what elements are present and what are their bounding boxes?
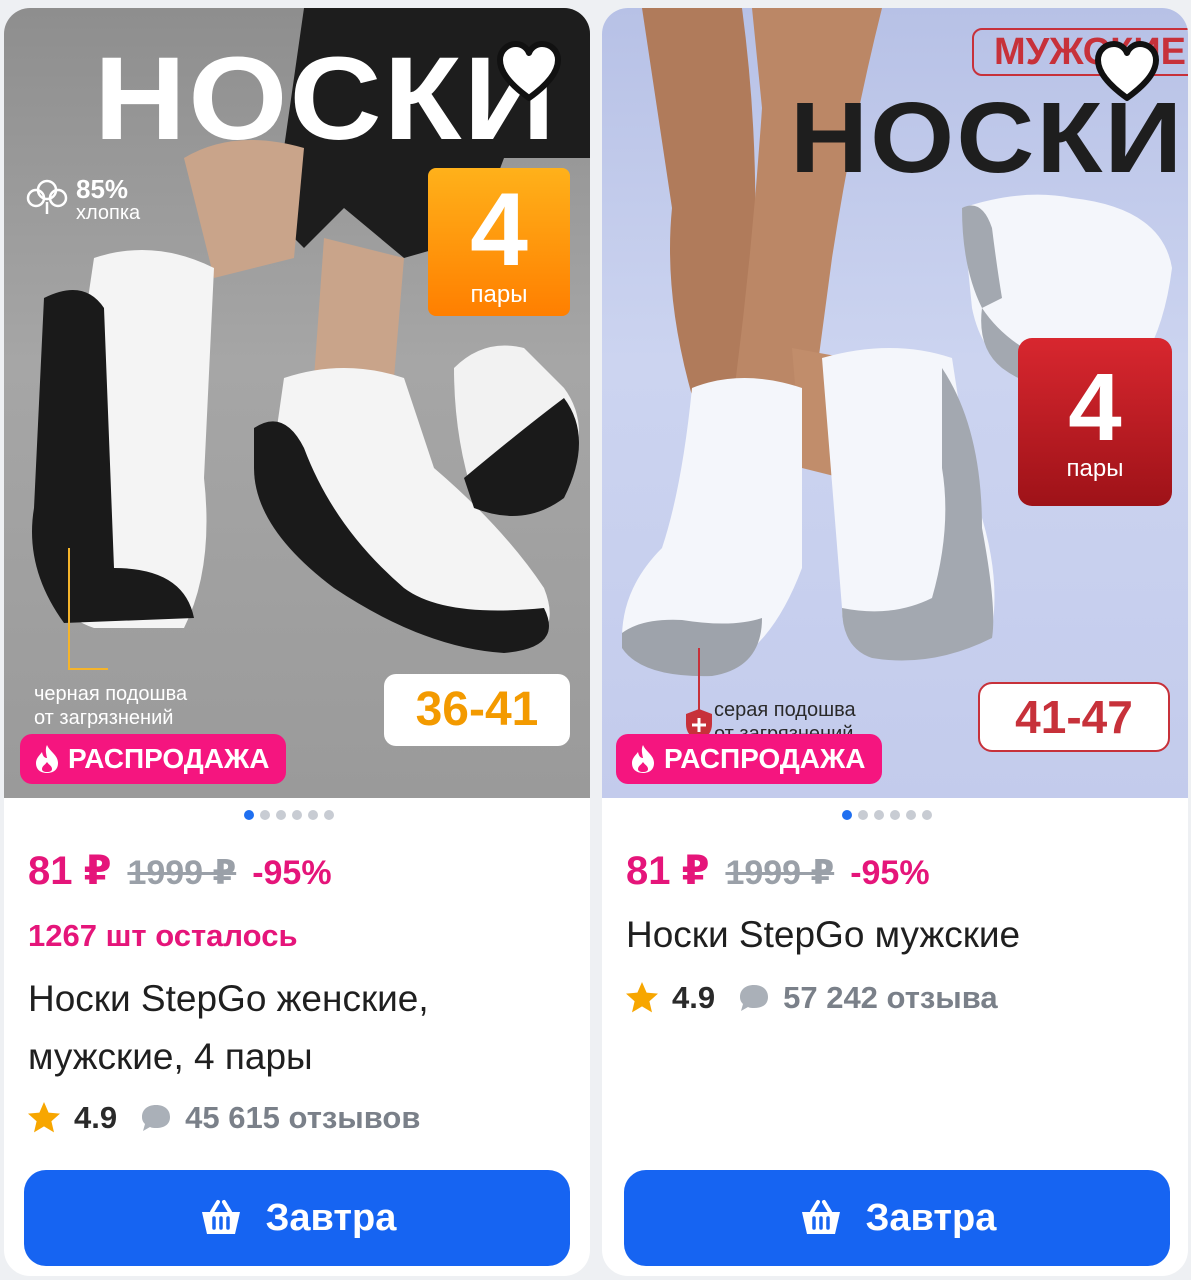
rating-score: 4.9: [672, 980, 716, 1015]
discount: -95%: [252, 854, 332, 892]
slide-dot[interactable]: [324, 810, 334, 820]
pairs-number: 4: [1068, 354, 1122, 461]
product-title[interactable]: Носки StepGo женские, мужские, 4 пары: [28, 970, 568, 1086]
stock-left: 1267 шт осталось: [28, 918, 298, 953]
slide-dot[interactable]: [906, 810, 916, 820]
product-card[interactable]: МУЖСКИЕ НОСКИ 4 пары серая подошва от за…: [602, 8, 1188, 1276]
pairs-badge: 4 пары: [1018, 338, 1172, 506]
rating-row: 4.9 57 242 отзыва: [624, 980, 998, 1016]
cotton-icon: [26, 179, 68, 214]
current-price: 81 ₽: [28, 849, 112, 893]
cotton-label: хлопка: [76, 202, 141, 224]
note-line: [68, 548, 70, 668]
reviews-count[interactable]: 45 615 отзывов: [185, 1100, 420, 1136]
sole-note-line1: серая подошва: [714, 699, 856, 721]
delivery-button[interactable]: Завтра: [624, 1170, 1170, 1266]
slide-dot[interactable]: [922, 810, 932, 820]
heart-icon[interactable]: [1092, 38, 1162, 108]
size-badge: 41-47: [978, 682, 1170, 752]
star-icon: [28, 1102, 60, 1133]
discount: -95%: [850, 854, 930, 892]
cotton-info: 85% хлопка: [24, 176, 140, 224]
pairs-badge: 4 пары: [428, 168, 570, 316]
fire-icon: [632, 745, 654, 773]
rating-row: 4.9 45 615 отзывов: [26, 1100, 420, 1136]
slide-dot[interactable]: [842, 810, 852, 820]
image-title: НОСКИ: [94, 33, 558, 165]
note-line: [68, 668, 108, 670]
rating-score: 4.9: [74, 1100, 118, 1135]
slide-dot[interactable]: [890, 810, 900, 820]
sole-note-line1: черная подошва: [34, 683, 188, 705]
slide-dot[interactable]: [292, 810, 302, 820]
product-card[interactable]: НОСКИ 85% хлопка 4 пары черная подошва о…: [4, 8, 590, 1276]
reviews-count[interactable]: 57 242 отзыва: [783, 980, 998, 1016]
sole-note-line2: от загрязнений: [34, 707, 174, 729]
slide-dot[interactable]: [244, 810, 254, 820]
cotton-percent: 85%: [76, 174, 129, 204]
slide-indicator: [4, 810, 590, 820]
basket-icon: [801, 1200, 840, 1234]
price-row: 81 ₽ 1999 ₽ -95%: [626, 848, 930, 894]
price-row: 81 ₽ 1999 ₽ -95%: [28, 848, 332, 894]
slide-dot[interactable]: [308, 810, 318, 820]
product-image[interactable]: МУЖСКИЕ НОСКИ 4 пары серая подошва от за…: [602, 8, 1188, 798]
product-title[interactable]: Носки StepGo мужские: [626, 906, 1166, 964]
sale-label: РАСПРОДАЖА: [664, 743, 866, 774]
pairs-number: 4: [470, 172, 528, 288]
delivery-button[interactable]: Завтра: [24, 1170, 570, 1266]
chat-bubble-icon: [740, 985, 769, 1011]
sale-badge: РАСПРОДАЖА: [20, 734, 286, 784]
pairs-unit: пары: [1066, 455, 1124, 482]
slide-dot[interactable]: [260, 810, 270, 820]
star-icon: [626, 982, 658, 1013]
delivery-label: Завтра: [865, 1196, 997, 1239]
slide-dot[interactable]: [276, 810, 286, 820]
fire-icon: [36, 745, 58, 773]
heart-icon[interactable]: [494, 38, 564, 108]
chat-bubble-icon: [142, 1105, 171, 1131]
delivery-label: Завтра: [265, 1196, 397, 1239]
sale-label: РАСПРОДАЖА: [68, 743, 270, 774]
slide-dot[interactable]: [858, 810, 868, 820]
slide-indicator: [602, 810, 1188, 820]
old-price: 1999 ₽: [127, 854, 237, 892]
pairs-unit: пары: [470, 281, 528, 308]
slide-dot[interactable]: [874, 810, 884, 820]
basket-icon: [201, 1200, 240, 1234]
sale-badge: РАСПРОДАЖА: [616, 734, 882, 784]
size-badge: 36-41: [384, 674, 570, 746]
product-image[interactable]: НОСКИ 85% хлопка 4 пары черная подошва о…: [4, 8, 590, 798]
current-price: 81 ₽: [626, 849, 710, 893]
sole-note: черная подошва от загрязнений: [34, 682, 274, 730]
old-price: 1999 ₽: [725, 854, 835, 892]
